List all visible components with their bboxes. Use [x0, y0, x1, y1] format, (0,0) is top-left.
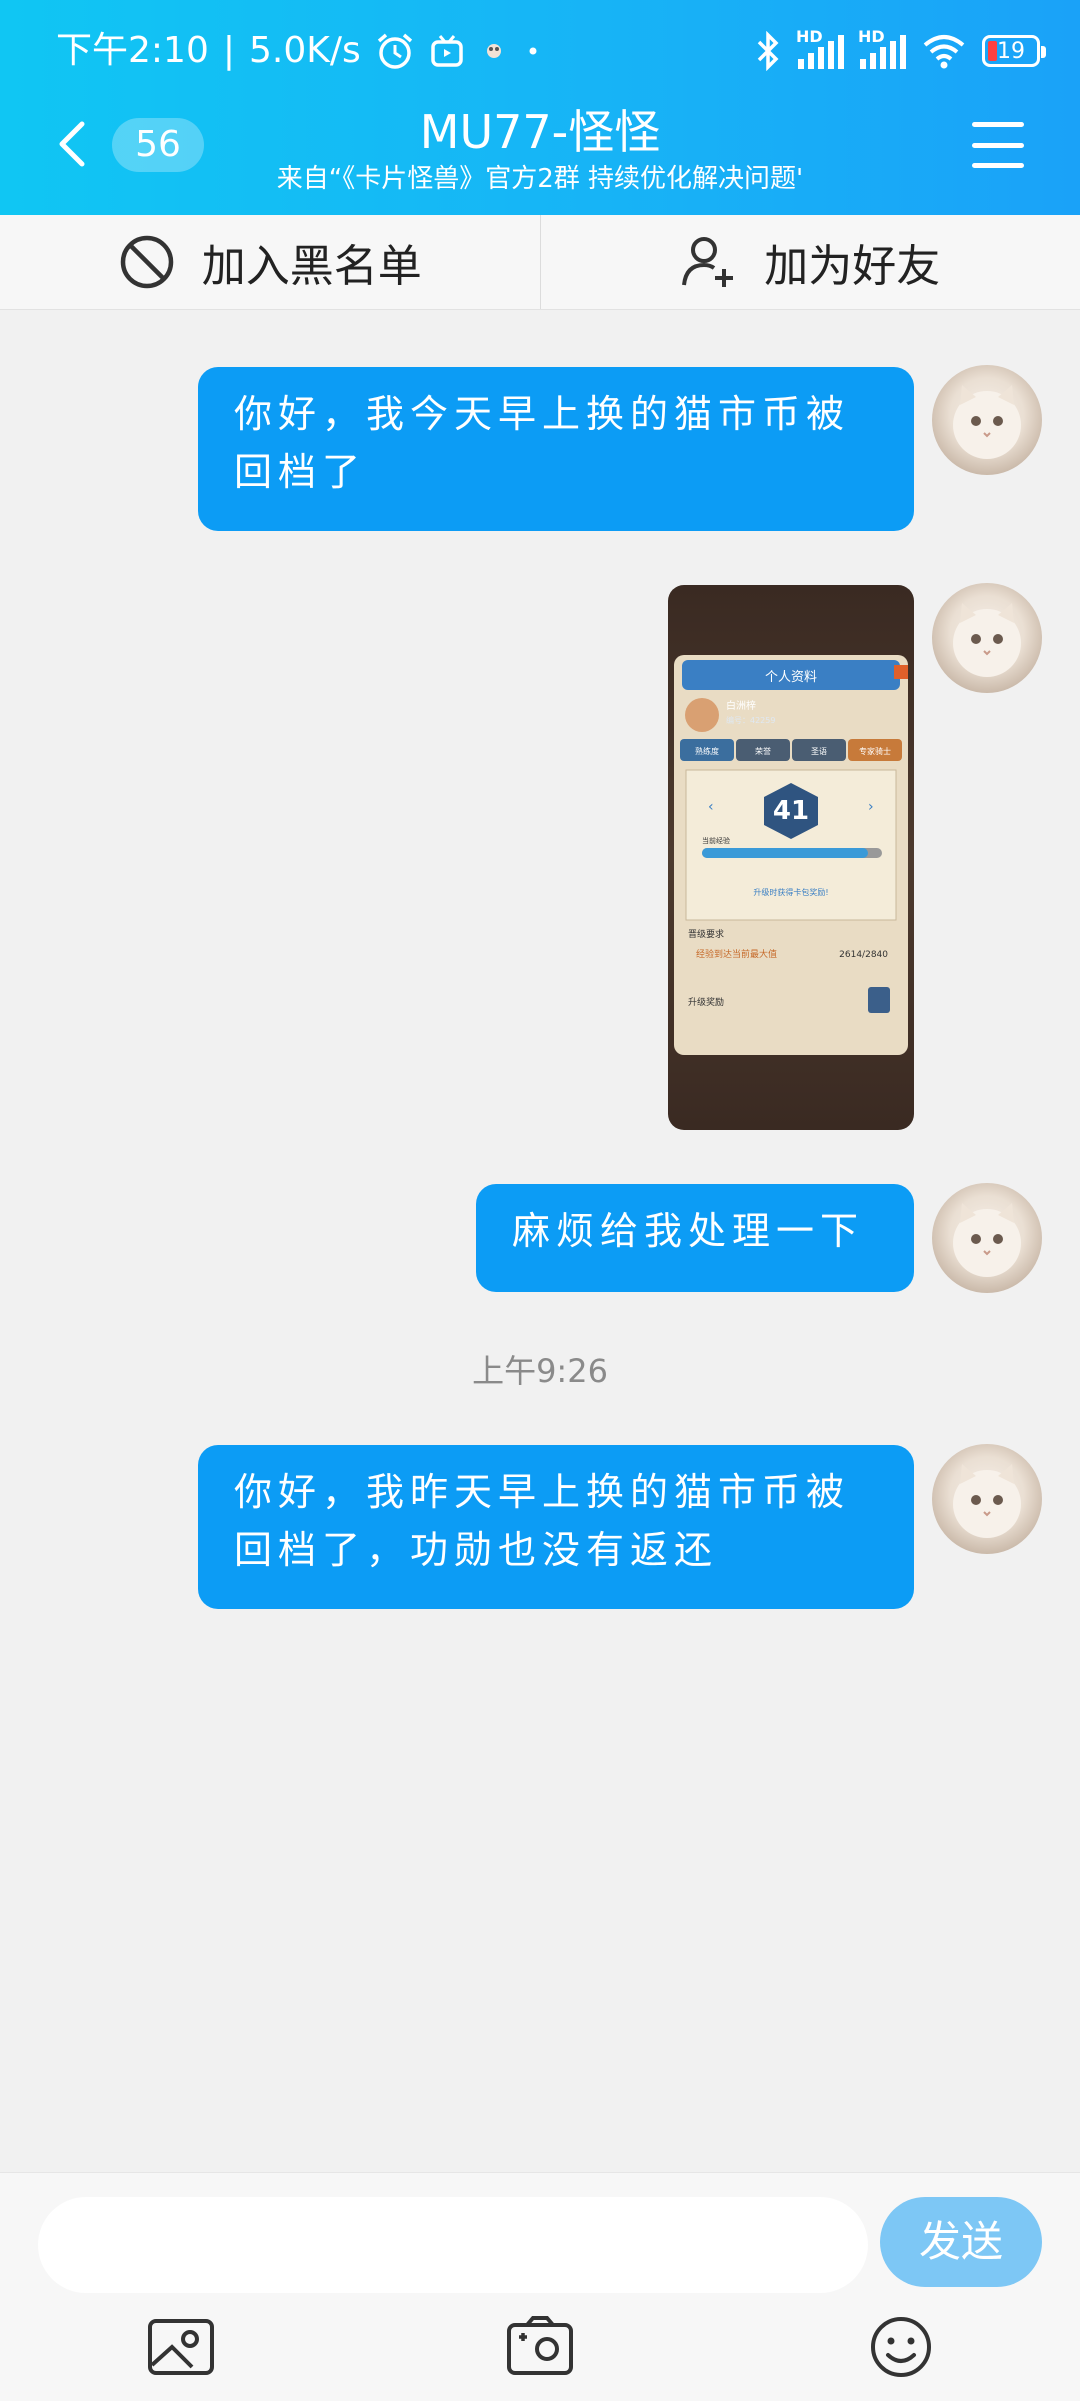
- signal-icon: HD: [798, 33, 844, 69]
- svg-text:升级时获得卡包奖励!: 升级时获得卡包奖励!: [753, 887, 828, 897]
- message-input[interactable]: [38, 2197, 868, 2293]
- chat-title: MU77-怪怪: [0, 102, 1080, 162]
- svg-text:圣语: 圣语: [811, 746, 827, 756]
- cat-avatar-icon: [932, 1444, 1042, 1554]
- network-speed: 5.0K/s: [249, 28, 361, 74]
- svg-text:白洲梓: 白洲梓: [726, 699, 756, 712]
- svg-text:当前经验: 当前经验: [702, 836, 730, 845]
- message-bubble[interactable]: 你好，我今天早上换的猫市币被回档了: [198, 367, 914, 531]
- svg-text:个人资料: 个人资料: [765, 670, 817, 685]
- svg-text:›: ›: [868, 799, 874, 815]
- cat-avatar-icon: [932, 583, 1042, 693]
- svg-text:经验到达当前最大值: 经验到达当前最大值: [696, 948, 777, 960]
- tv-icon: [429, 33, 465, 69]
- message-text: 麻烦给我处理一下: [512, 1209, 864, 1253]
- message-bubble[interactable]: 你好，我昨天早上换的猫市币被回档了，功勋也没有返还: [198, 1445, 914, 1609]
- battery-level: 19: [997, 39, 1025, 64]
- avatar[interactable]: [932, 1183, 1042, 1293]
- svg-text:升级奖励: 升级奖励: [688, 996, 724, 1008]
- svg-text:晋级要求: 晋级要求: [688, 928, 724, 940]
- game-screenshot-image: 个人资料 白洲梓 编号：42259 熟练度 荣誉 圣语 专家骑士 41 ‹ › …: [668, 585, 914, 1130]
- svg-text:专家骑士: 专家骑士: [859, 746, 891, 756]
- nav-bar: 56 MU77-怪怪 来自“《卡片怪兽》官方2群 持续优化解决问题': [0, 100, 1080, 215]
- svg-text:41: 41: [773, 796, 809, 826]
- send-button[interactable]: 发送: [880, 2197, 1042, 2287]
- image-message[interactable]: 个人资料 白洲梓 编号：42259 熟练度 荣誉 圣语 专家骑士 41 ‹ › …: [668, 585, 914, 1130]
- chat-subtitle: 来自“《卡片怪兽》官方2群 持续优化解决问题': [0, 162, 1080, 196]
- alarm-icon: [375, 31, 415, 71]
- cat-avatar-icon: [932, 365, 1042, 475]
- svg-text:2614/2840: 2614/2840: [839, 950, 888, 960]
- input-area: 发送: [0, 2172, 1080, 2401]
- add-friend-button[interactable]: 加为好友: [540, 215, 1080, 309]
- svg-text:编号：42259: 编号：42259: [726, 715, 775, 725]
- status-bar: 下午2:10 | 5.0K/s HD: [0, 0, 1080, 100]
- bluetooth-icon: [754, 31, 782, 71]
- block-label: 加入黑名单: [202, 230, 422, 294]
- svg-text:荣誉: 荣誉: [755, 746, 771, 756]
- status-time: 下午2:10: [56, 28, 209, 74]
- message-bubble[interactable]: 麻烦给我处理一下: [476, 1184, 914, 1292]
- app-icon: [479, 36, 509, 66]
- signal-icon: HD: [860, 33, 906, 69]
- status-left: 下午2:10 | 5.0K/s: [56, 28, 543, 74]
- dot-icon: [523, 41, 543, 61]
- avatar[interactable]: [932, 583, 1042, 693]
- message-text: 你好，我昨天早上换的猫市币被回档了，功勋也没有返还: [234, 1470, 850, 1572]
- message-text: 你好，我今天早上换的猫市币被回档了: [234, 392, 850, 494]
- avatar[interactable]: [932, 365, 1042, 475]
- menu-icon[interactable]: [972, 122, 1024, 168]
- battery-icon: 19: [982, 35, 1040, 67]
- status-right: HD HD 19: [754, 28, 1040, 74]
- emoji-icon[interactable]: [866, 2315, 936, 2379]
- message-timestamp: 上午9:26: [0, 1346, 1080, 1392]
- add-friend-label: 加为好友: [764, 230, 940, 294]
- avatar[interactable]: [932, 1444, 1042, 1554]
- camera-icon[interactable]: [505, 2315, 575, 2379]
- chat-header: 下午2:10 | 5.0K/s HD: [0, 0, 1080, 215]
- status-separator: |: [223, 28, 235, 74]
- cat-avatar-icon: [932, 1183, 1042, 1293]
- action-bar: 加入黑名单 加为好友: [0, 215, 1080, 310]
- svg-text:‹: ‹: [708, 799, 714, 815]
- svg-text:熟练度: 熟练度: [695, 746, 719, 756]
- block-icon: [118, 233, 176, 291]
- wifi-icon: [922, 33, 966, 69]
- image-picker-icon[interactable]: [146, 2315, 216, 2379]
- block-button[interactable]: 加入黑名单: [0, 215, 540, 309]
- add-user-icon: [680, 233, 738, 291]
